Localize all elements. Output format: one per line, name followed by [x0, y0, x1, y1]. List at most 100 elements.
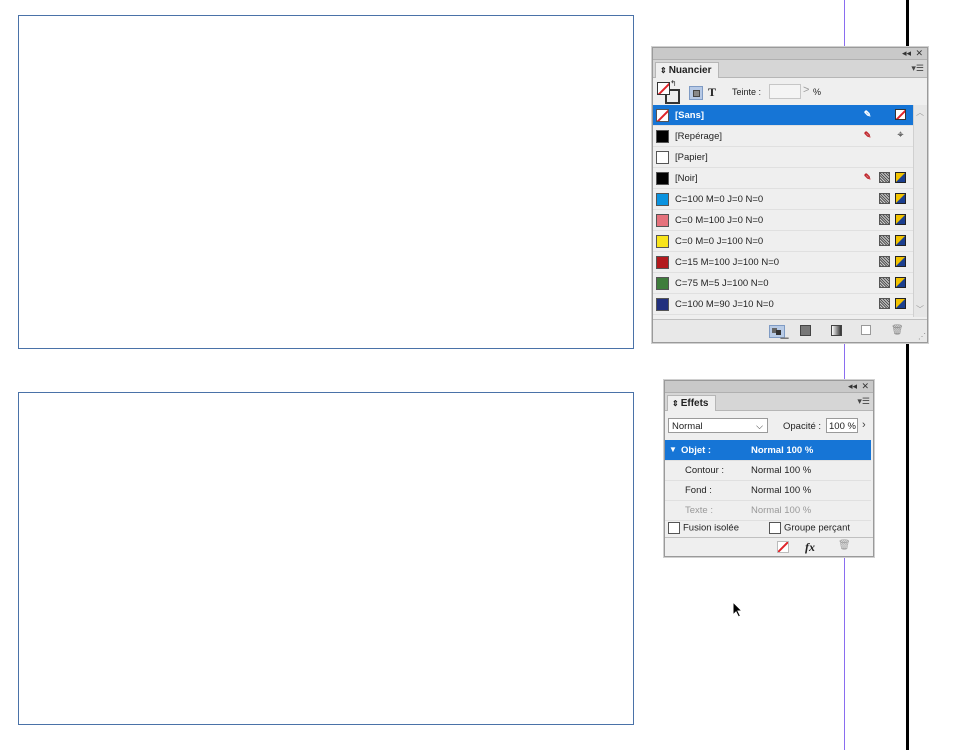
swatch-row[interactable]: [Noir] ✎ [653, 168, 913, 189]
swatch-scrollbar[interactable]: ︿ ﹀ [913, 105, 927, 317]
no-edit-icon: ✎ [863, 109, 872, 119]
swatch-name: C=100 M=90 J=10 N=0 [675, 299, 774, 310]
knockout-group-checkbox[interactable]: Groupe perçant [769, 522, 850, 534]
new-swatch-icon[interactable] [861, 325, 871, 335]
swatch-row[interactable]: C=0 M=0 J=100 N=0 [653, 231, 913, 252]
text-frame-top[interactable] [18, 15, 634, 349]
checkbox-box[interactable] [668, 522, 680, 534]
panel-titlebar[interactable]: ◂◂ ✕ [653, 48, 927, 60]
swatch-row[interactable]: C=100 M=90 J=10 N=0 [653, 294, 913, 315]
yellow-swatch-chip [656, 235, 669, 248]
red-swatch-chip [656, 256, 669, 269]
swatch-name: C=75 M=5 J=100 N=0 [675, 278, 769, 289]
process-color-icon [879, 235, 890, 246]
effects-bottom-bar: fx 🗑 [665, 537, 873, 556]
opacity-slider-arrow-icon[interactable]: › [862, 419, 866, 431]
effects-panel: ◂◂ ✕ ⇕ Effets ▾☰ Normal ⌵ Opacité : 100 %… [664, 380, 874, 557]
mouse-cursor-icon [732, 601, 744, 618]
checkbox-label: Fusion isolée [683, 522, 739, 534]
effect-value: Normal 100 % [751, 445, 814, 456]
swatch-row[interactable]: [Repérage] ✎ ⌖ [653, 126, 913, 147]
tab-nuancier[interactable]: ⇕ Nuancier [655, 62, 719, 78]
tab-effets[interactable]: ⇕ Effets [667, 395, 716, 411]
opacity-label: Opacité : [783, 421, 822, 432]
fill-stroke-icon[interactable]: ↰ [657, 79, 680, 104]
effect-row-stroke[interactable]: Contour : Normal 100 % [665, 460, 871, 481]
checkbox-box[interactable] [769, 522, 781, 534]
scroll-down-icon[interactable]: ﹀ [916, 304, 924, 315]
effect-value: Normal 100 % [751, 485, 812, 496]
process-color-icon [879, 172, 890, 183]
process-color-icon [879, 256, 890, 267]
swatch-row[interactable]: [Sans] ✎ [653, 105, 913, 126]
swatch-name: C=0 M=0 J=100 N=0 [675, 236, 764, 247]
paper-swatch-chip [656, 151, 669, 164]
panel-titlebar[interactable]: ◂◂ ✕ [665, 381, 873, 393]
swatch-row[interactable]: C=75 M=5 J=100 N=0 [653, 273, 913, 294]
cmyk-icon [895, 172, 906, 183]
drag-handle[interactable]: ▪▪▪▪▪▪▪ [780, 336, 789, 342]
blend-mode-value: Normal [672, 421, 703, 432]
swatch-row[interactable]: C=100 M=0 J=0 N=0 [653, 189, 913, 210]
clear-effects-icon[interactable] [777, 541, 789, 553]
effect-target-label: Contour : [685, 465, 725, 476]
cmyk-icon [895, 214, 906, 225]
trash-icon[interactable]: 🗑 [891, 325, 904, 336]
swatch-name: C=15 M=100 J=100 N=0 [675, 257, 780, 268]
close-icon[interactable]: ✕ [861, 381, 869, 392]
effect-target-label: Fond : [685, 485, 712, 496]
swatch-row[interactable]: C=0 M=100 J=0 N=0 [653, 210, 913, 231]
chevron-updown-icon: ⇕ [672, 399, 679, 408]
cmyk-icon [895, 193, 906, 204]
text-frame-bottom[interactable] [18, 392, 634, 725]
swatch-name: [Sans] [675, 110, 705, 121]
panel-menu-icon[interactable]: ▾☰ [911, 63, 924, 74]
no-edit-icon: ✎ [863, 130, 872, 140]
blend-mode-select[interactable]: Normal ⌵ [668, 418, 768, 433]
swatch-name: C=100 M=0 J=0 N=0 [675, 194, 764, 205]
tint-unit: % [813, 87, 822, 97]
close-icon[interactable]: ✕ [915, 48, 923, 59]
blue-swatch-chip [656, 298, 669, 311]
swatch-row[interactable]: C=15 M=100 J=100 N=0 [653, 252, 913, 273]
process-color-icon [879, 193, 890, 204]
swatch-name: [Noir] [675, 173, 698, 184]
disclosure-triangle-icon[interactable]: ▼ [669, 445, 677, 454]
effect-target-label: Texte : [685, 505, 713, 516]
resize-grip-icon[interactable]: ⋰ [918, 332, 926, 341]
tint-label: Teinte : [732, 87, 762, 97]
checkbox-label: Groupe perçant [784, 522, 851, 534]
collapse-icon[interactable]: ◂◂ [848, 381, 857, 392]
show-gradient-swatches-icon[interactable] [831, 325, 842, 336]
format-container-icon[interactable] [689, 86, 703, 100]
tint-input[interactable] [769, 84, 801, 99]
swatch-row[interactable]: [Papier] [653, 147, 913, 168]
swatch-name: C=0 M=100 J=0 N=0 [675, 215, 764, 226]
scroll-up-icon[interactable]: ︿ [916, 107, 924, 118]
swatch-list: [Sans] ✎ [Repérage] ✎ ⌖ [Papier] [Noir] … [653, 105, 913, 315]
swatches-bottom-bar: 🗑 ⋰ [653, 319, 927, 342]
fx-icon[interactable]: fx [805, 540, 815, 555]
chevron-updown-icon: ⇕ [660, 66, 667, 75]
cmyk-icon [895, 298, 906, 309]
process-color-icon [879, 298, 890, 309]
tint-arrow-icon[interactable]: > [803, 84, 809, 96]
chevron-down-icon: ⌵ [756, 421, 763, 431]
swatches-panel: ◂◂ ✕ ⇕ Nuancier ▾☰ ↰ T Teinte : > % [Sans… [652, 47, 928, 343]
swap-icon[interactable]: ↰ [670, 79, 677, 88]
effect-row-text: Texte : Normal 100 % [665, 500, 871, 521]
isolate-blending-checkbox[interactable]: Fusion isolée [668, 522, 739, 534]
panel-menu-icon[interactable]: ▾☰ [857, 396, 870, 407]
registration-icon: ⌖ [897, 129, 904, 141]
black-swatch-chip [656, 172, 669, 185]
effect-row-fill[interactable]: Fond : Normal 100 % [665, 480, 871, 501]
effect-row-object[interactable]: ▼ Objet : Normal 100 % [665, 440, 871, 461]
collapse-icon[interactable]: ◂◂ [902, 48, 911, 59]
trash-icon[interactable]: 🗑 [838, 540, 851, 551]
opacity-input[interactable]: 100 % [826, 418, 858, 433]
format-text-icon[interactable]: T [706, 86, 718, 98]
tab-label: Effets [680, 398, 709, 409]
green-swatch-chip [656, 277, 669, 290]
cmyk-icon [895, 277, 906, 288]
show-color-swatches-icon[interactable] [800, 325, 811, 336]
